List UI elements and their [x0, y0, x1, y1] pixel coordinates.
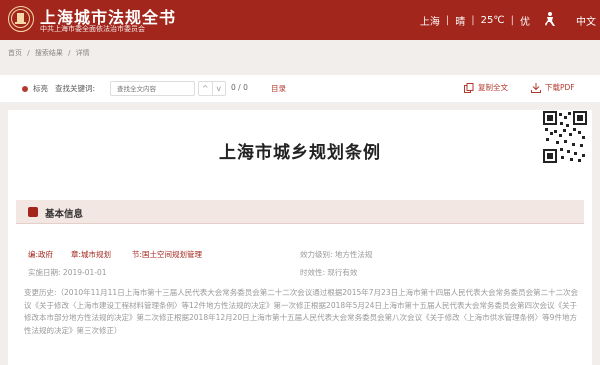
validity-row: 时效性: 现行有效: [300, 267, 357, 278]
copy-fulltext-label: 复制全文: [478, 83, 508, 92]
find-next-button[interactable]: v: [213, 82, 226, 95]
temperature-label: 25℃: [480, 14, 505, 26]
find-prev-button[interactable]: ^: [199, 82, 213, 95]
breadcrumb-detail: 详情: [75, 49, 90, 57]
validity-label: 时效性:: [300, 268, 326, 277]
accessibility-icon[interactable]: [542, 11, 560, 29]
highlight-dot-icon[interactable]: [22, 86, 28, 92]
breadcrumb-search-results[interactable]: 搜索结果: [35, 49, 63, 57]
breadcrumb-separator: /: [27, 49, 30, 57]
breadcrumb-home[interactable]: 首页: [8, 49, 22, 57]
tag-chapter[interactable]: 章:城市规划: [71, 249, 111, 260]
download-pdf-button[interactable]: 下载PDF: [531, 82, 575, 93]
find-keyword-input[interactable]: [110, 81, 195, 96]
tag-section[interactable]: 节:国土空间规划管理: [132, 249, 202, 260]
validity-value: 现行有效: [327, 268, 358, 277]
section-title: 基本信息: [45, 209, 84, 220]
change-history: 变更历史:（2010年11月11日上海市第十三届人民代表大会常务委员会第二十二次…: [24, 287, 584, 337]
find-keyword-label: 查找关键词:: [55, 84, 96, 93]
effect-level-value: 地方性法规: [334, 250, 373, 259]
effective-date-label: 实施日期:: [28, 268, 61, 277]
header-status: 上海 | 晴 | 25℃ | 优 中文: [420, 0, 600, 40]
basic-info-header: 基本信息: [16, 200, 584, 224]
separator: |: [445, 14, 450, 26]
language-switch[interactable]: 中文: [576, 13, 596, 28]
separator: |: [471, 14, 475, 26]
breadcrumb: 首页 / 搜索结果 / 详情: [8, 48, 93, 58]
copy-fulltext-button[interactable]: 复制全文: [464, 82, 508, 93]
info-square-icon: [28, 207, 38, 217]
effective-date-row: 实施日期: 2019-01-01: [28, 267, 107, 278]
download-icon: [531, 82, 541, 93]
site-header: 上海城市法规全书 中共上海市委全面依法治市委员会 上海 | 晴 | 25℃ | …: [0, 0, 600, 40]
copy-icon: [464, 82, 474, 93]
effective-date-value: 2019-01-01: [62, 268, 107, 277]
download-pdf-label: 下载PDF: [545, 83, 575, 92]
change-history-label: 变更历史:: [24, 288, 57, 297]
separator: |: [510, 14, 514, 26]
breadcrumb-separator: /: [68, 49, 71, 57]
weather-label: 晴: [455, 16, 466, 28]
qr-code-icon: [542, 110, 588, 164]
doc-toolbar: 标亮 查找关键词: ^ v 0 / 0 目录 复制全文 下载PDF: [0, 75, 600, 103]
site-logo-icon[interactable]: [8, 6, 34, 32]
document-card: 上海市城乡规划条例 基本信息 编:政府 章:城市规划 节:国土空间规划管理 效力…: [8, 110, 592, 365]
air-quality-label: 优: [520, 16, 530, 28]
app-subtitle: 中共上海市委全面依法治市委员会: [40, 25, 145, 33]
tag-category[interactable]: 编:政府: [28, 249, 53, 260]
document-title: 上海市城乡规划条例: [219, 143, 381, 163]
highlight-toggle[interactable]: 标亮: [33, 83, 48, 94]
effect-level-row: 效力级别: 地方性法规: [300, 249, 372, 260]
find-nav: ^ v: [198, 81, 226, 96]
toc-link[interactable]: 目录: [271, 83, 286, 94]
change-history-text: （2010年11月11日上海市第十三届人民代表大会常务委员会第二十二次会议通过根…: [24, 288, 579, 335]
effect-level-label: 效力级别:: [300, 250, 333, 259]
find-count: 0 / 0: [231, 83, 248, 92]
city-label: 上海: [419, 16, 440, 28]
